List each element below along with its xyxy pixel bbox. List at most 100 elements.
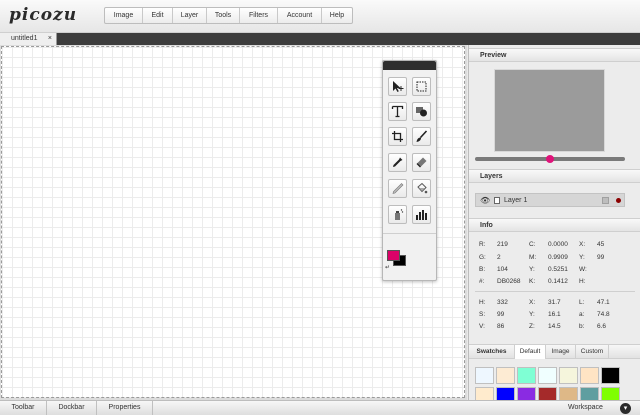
info-k-value: 0.1412 [548,278,568,285]
layer-thumbnail [494,197,500,204]
info-pos-y-label: Y: [579,254,585,261]
info-m-value: 0.9909 [548,254,568,261]
info-lab-b-label: b: [579,323,585,330]
fill-bucket-icon[interactable] [412,179,431,198]
toolbox-divider [383,233,436,234]
info-h-label-hsv: H: [479,299,486,306]
histogram-icon[interactable] [412,205,431,224]
color-swatch[interactable] [601,367,620,384]
info-b-label: B: [479,266,486,273]
menu-image[interactable]: Image [105,8,143,23]
move-tool-icon[interactable] [388,77,407,96]
color-swatch[interactable] [496,367,515,384]
tab-image[interactable]: Image [546,345,576,359]
text-tool-icon[interactable] [388,102,407,121]
color-swatch[interactable] [475,367,494,384]
info-hex-value: DB0268 [497,278,521,285]
info-panel-header[interactable]: Info [469,218,640,232]
foreground-color-swatch[interactable] [387,250,400,261]
document-tab[interactable]: untitled1 × [0,33,57,45]
color-swatch[interactable] [517,367,536,384]
info-pos-y-value: 99 [597,254,605,261]
color-swatch[interactable] [580,367,599,384]
shape-tool-icon[interactable] [412,102,431,121]
brush-tool-icon[interactable] [412,127,431,146]
info-xyz-y-label: Y: [529,311,535,318]
smudge-tool-icon[interactable] [388,179,407,198]
toolbox-panel: ↵ [382,60,437,281]
menu-help[interactable]: Help [322,8,352,23]
info-k-label: K: [529,278,536,285]
tab-custom[interactable]: Custom [576,345,609,359]
menu-filters[interactable]: Filters [240,8,278,23]
info-a-label: a: [579,311,585,318]
info-b-value: 104 [497,266,508,273]
layer-name: Layer 1 [504,197,528,204]
swatches-tab-bar: Swatches Default Image Custom [469,344,640,359]
info-m-label: M: [529,254,537,261]
info-xyz-x-label: X: [529,299,536,306]
workspace-label[interactable]: Workspace [568,401,603,415]
eyedropper-icon[interactable] [388,153,407,172]
right-dock: Preview Layers 👁 Layer 1 Info R: 219 G: … [468,45,640,404]
menu-account[interactable]: Account [278,8,322,23]
info-r-value: 219 [497,241,508,248]
preview-panel-header[interactable]: Preview [469,48,640,62]
info-xyz-y-value: 16.1 [548,311,561,318]
app-logo[interactable]: picozu [9,5,77,25]
zoom-slider-handle[interactable] [546,155,554,163]
marquee-select-icon[interactable] [412,77,431,96]
document-tab-title: untitled1 [11,35,38,42]
document-tab-strip: untitled1 × [0,33,640,45]
tab-default[interactable]: Default [515,345,546,359]
info-a-value: 74.8 [597,311,610,318]
eye-icon[interactable]: 👁 [480,195,490,206]
color-swatch[interactable] [538,367,557,384]
info-lab-b-value: 6.6 [597,323,607,330]
eraser-icon[interactable] [412,153,431,172]
info-y-value: 0.5251 [548,266,568,273]
info-hex-label: #: [479,278,485,285]
layers-panel-header[interactable]: Layers [469,169,640,183]
info-pos-x-value: 45 [597,241,605,248]
workspace-settings-icon[interactable]: ▾ [620,403,631,414]
layer-delete-icon[interactable] [616,198,621,203]
menu-edit[interactable]: Edit [143,8,173,23]
properties-toggle-button[interactable]: Properties [97,401,153,415]
info-c-label: C: [529,241,536,248]
dockbar-toggle-button[interactable]: Dockbar [47,401,97,415]
tab-swatches[interactable]: Swatches [469,345,515,359]
info-g-label: G: [479,254,486,261]
menu-tools[interactable]: Tools [207,8,240,23]
toolbox-drag-handle[interactable] [383,61,436,70]
info-xyz-x-value: 31.7 [548,299,561,306]
info-divider [475,291,635,292]
info-r-label: R: [479,241,486,248]
color-swatch[interactable] [559,367,578,384]
top-bar: picozu Image Edit Layer Tools Filters Ac… [0,0,640,33]
crop-tool-icon[interactable] [388,127,407,146]
info-v-value: 86 [497,323,505,330]
info-w-label: W: [579,266,587,273]
layer-row[interactable]: 👁 Layer 1 [475,193,625,207]
info-l-label: L: [579,299,585,306]
info-s-value: 99 [497,311,505,318]
info-h-value: 332 [497,299,508,306]
info-g-value: 2 [497,254,501,261]
close-icon[interactable]: × [48,33,52,45]
info-xyz-z-value: 14.5 [548,323,561,330]
bottom-bar: Toolbar Dockbar Properties Workspace ▾ [0,400,640,415]
info-pos-x-label: X: [579,241,586,248]
menu-layer[interactable]: Layer [173,8,207,23]
layer-options-button[interactable] [602,197,609,204]
swap-colors-icon[interactable]: ↵ [385,264,390,271]
preview-thumbnail[interactable] [494,69,605,152]
main-menu: Image Edit Layer Tools Filters Account H… [104,7,353,24]
info-y-label: Y: [529,266,535,273]
info-v-label: V: [479,323,485,330]
info-h-label: H: [579,278,586,285]
toolbar-toggle-button[interactable]: Toolbar [0,401,47,415]
zoom-slider[interactable] [475,155,625,163]
spray-tool-icon[interactable] [388,205,407,224]
info-s-label: S: [479,311,486,318]
